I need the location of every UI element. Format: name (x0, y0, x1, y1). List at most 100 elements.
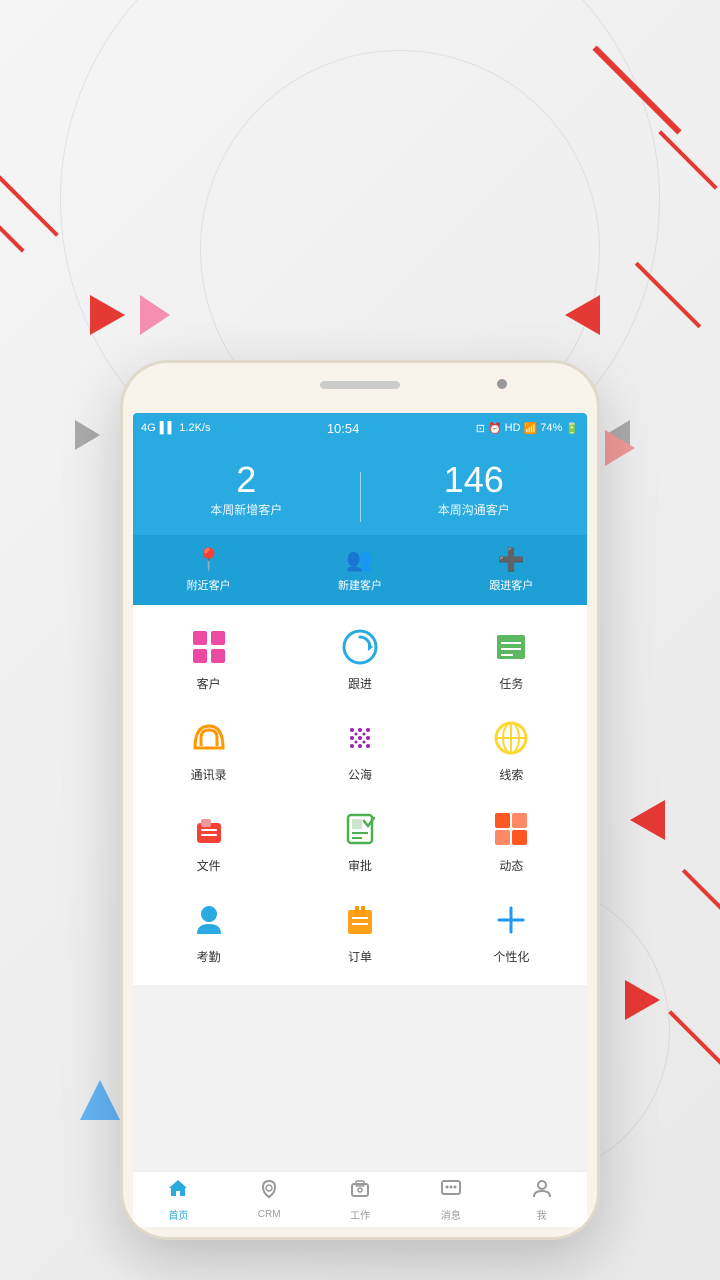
bottom-nav: 首页 CRM 工作 (133, 1171, 587, 1227)
tri-gray-1 (75, 420, 100, 450)
files-label: 文件 (197, 857, 221, 874)
alarm-icon: ⏰ (488, 422, 502, 435)
app-task[interactable]: 任务 (436, 625, 587, 692)
nav-crm-label: CRM (258, 1209, 281, 1220)
nav-me-label: 我 (537, 1207, 547, 1222)
attendance-label: 考勤 (197, 948, 221, 965)
followup-icon (338, 625, 382, 669)
network-label: 4G (141, 422, 156, 434)
header-stats: 2 本周新增客户 146 本周沟通客户 (133, 443, 587, 535)
nav-crm[interactable]: CRM (224, 1172, 315, 1227)
leads-label: 线索 (499, 766, 523, 783)
app-followup[interactable]: 跟进 (284, 625, 435, 692)
approval-label: 审批 (348, 857, 372, 874)
follow-customer-label: 跟进客户 (489, 580, 533, 592)
attendance-icon (187, 898, 231, 942)
wifi-icon: 📶 (524, 422, 538, 435)
task-label: 任务 (499, 675, 523, 692)
stat-new-customers[interactable]: 2 本周新增客户 (133, 459, 360, 535)
orders-label: 订单 (348, 948, 372, 965)
clock: 10:54 (327, 421, 360, 436)
app-public-sea[interactable]: 公海 (284, 716, 435, 783)
app-files[interactable]: 文件 (133, 807, 284, 874)
deco-line-3 (0, 163, 59, 237)
app-row-3: 文件 审批 (133, 795, 587, 886)
contact-customers-number: 146 (361, 459, 588, 501)
contacts-icon (187, 716, 231, 760)
phone-frame: 4G ▌▌ 1.2K/s 10:54 ⊡ ⏰ HD 📶 74% 🔋 2 本周新增… (120, 360, 600, 1240)
tri-red-4 (630, 800, 665, 840)
task-icon (489, 625, 533, 669)
phone-speaker (320, 381, 400, 389)
leads-icon (489, 716, 533, 760)
customer-label: 客户 (197, 675, 221, 692)
dynamic-label: 动态 (499, 857, 523, 874)
tri-pink-2 (605, 430, 635, 466)
nav-home-label: 首页 (168, 1207, 188, 1222)
home-icon (167, 1177, 189, 1205)
tri-pink-1 (140, 295, 170, 335)
new-customer-label: 新建客户 (338, 580, 382, 592)
location-icon: 📍 (133, 547, 284, 573)
dynamic-icon (489, 807, 533, 851)
app-orders[interactable]: 订单 (284, 898, 435, 965)
deco-line-5 (635, 262, 701, 328)
app-grid: 客户 跟进 (133, 605, 587, 985)
app-approval[interactable]: 审批 (284, 807, 435, 874)
phone-camera (497, 379, 507, 389)
public-sea-label: 公海 (348, 766, 372, 783)
follow-customer-action[interactable]: ➕ 跟进客户 (436, 547, 587, 593)
nearby-customers-label: 附近客户 (187, 580, 231, 592)
customer-icon (187, 625, 231, 669)
app-personalize[interactable]: 个性化 (436, 898, 587, 965)
nav-me[interactable]: 我 (496, 1172, 587, 1227)
tri-red-3 (625, 980, 660, 1020)
orders-icon (338, 898, 382, 942)
nav-work[interactable]: 工作 (315, 1172, 406, 1227)
deco-line-7 (682, 869, 720, 921)
me-icon (531, 1177, 553, 1205)
contact-customers-label: 本周沟通客户 (438, 503, 510, 517)
battery-icon: 🔋 (565, 422, 579, 435)
quick-actions: 📍 附近客户 👥 新建客户 ➕ 跟进客户 (133, 535, 587, 605)
status-bar: 4G ▌▌ 1.2K/s 10:54 ⊡ ⏰ HD 📶 74% 🔋 (133, 413, 587, 443)
nav-work-label: 工作 (350, 1207, 370, 1222)
new-customers-number: 2 (133, 459, 360, 501)
add-person-icon: 👥 (284, 547, 435, 573)
nearby-customers-action[interactable]: 📍 附近客户 (133, 547, 284, 593)
contacts-label: 通讯录 (191, 766, 227, 783)
app-row-4: 考勤 订单 (133, 886, 587, 977)
messages-icon (440, 1177, 462, 1205)
app-attendance[interactable]: 考勤 (133, 898, 284, 965)
crm-icon (258, 1179, 280, 1207)
personalize-label: 个性化 (493, 948, 529, 965)
app-row-1: 客户 跟进 (133, 613, 587, 704)
add-list-icon: ➕ (436, 547, 587, 573)
app-leads[interactable]: 线索 (436, 716, 587, 783)
signal-icon: ▌▌ (160, 422, 176, 434)
status-left: 4G ▌▌ 1.2K/s (141, 422, 210, 434)
speed-label: 1.2K/s (179, 422, 210, 434)
app-dynamic[interactable]: 动态 (436, 807, 587, 874)
tri-red-2 (565, 295, 600, 335)
nav-messages[interactable]: 消息 (405, 1172, 496, 1227)
app-contacts[interactable]: 通讯录 (133, 716, 284, 783)
public-sea-icon (338, 716, 382, 760)
phone-screen: 4G ▌▌ 1.2K/s 10:54 ⊡ ⏰ HD 📶 74% 🔋 2 本周新增… (133, 413, 587, 1227)
new-customers-label: 本周新增客户 (210, 503, 282, 517)
deco-line-2 (658, 130, 717, 189)
sim-icon: ⊡ (476, 422, 485, 435)
tri-red-1 (90, 295, 125, 335)
app-row-2: 通讯录 (133, 704, 587, 795)
hd-label: HD (505, 422, 521, 434)
work-icon (349, 1177, 371, 1205)
stat-contact-customers[interactable]: 146 本周沟通客户 (361, 459, 588, 535)
personalize-icon (489, 898, 533, 942)
deco-line-6 (0, 207, 25, 252)
nav-messages-label: 消息 (441, 1207, 461, 1222)
status-right: ⊡ ⏰ HD 📶 74% 🔋 (476, 422, 579, 435)
followup-label: 跟进 (348, 675, 372, 692)
new-customer-action[interactable]: 👥 新建客户 (284, 547, 435, 593)
nav-home[interactable]: 首页 (133, 1172, 224, 1227)
app-customer[interactable]: 客户 (133, 625, 284, 692)
